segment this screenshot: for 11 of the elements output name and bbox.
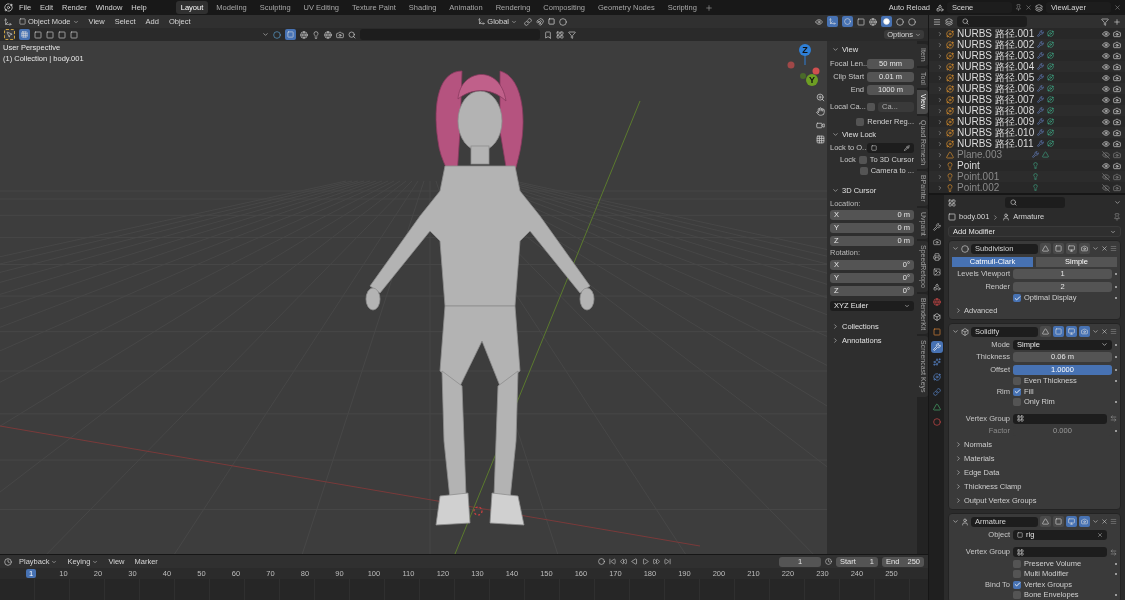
- axis-label: Y: [809, 75, 815, 85]
- outliner-item[interactable]: NURBS 路径.007: [957, 94, 1035, 105]
- outliner-item[interactable]: NURBS 路径.011: [957, 138, 1034, 149]
- outliner-item[interactable]: NURBS 路径.003: [957, 50, 1035, 61]
- outliner-item[interactable]: NURBS 路径.009: [957, 116, 1035, 127]
- axis-gizmo-drawing[interactable]: Z Y: [783, 43, 827, 87]
- outliner-item[interactable]: Point: [957, 160, 1029, 171]
- outliner-item[interactable]: Point.002: [957, 182, 1029, 193]
- outliner-item[interactable]: NURBS 路径.005: [957, 72, 1035, 83]
- outliner-item[interactable]: NURBS 路径.001: [957, 28, 1035, 39]
- axis-label: Z: [802, 45, 808, 55]
